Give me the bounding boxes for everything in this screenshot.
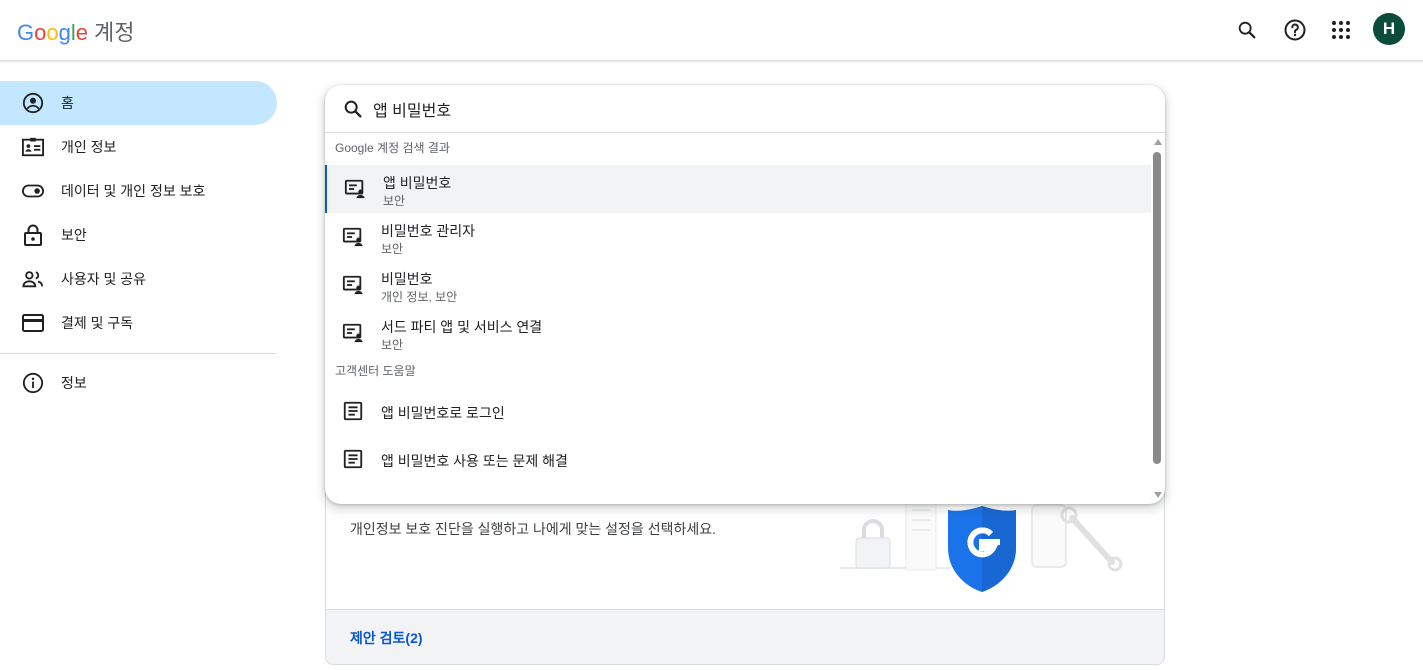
logo-letter-1: G: [17, 20, 35, 45]
sidebar-item-people-sharing[interactable]: 사용자 및 공유: [0, 257, 277, 301]
info-icon: [22, 372, 44, 394]
search-bar: [325, 85, 1165, 133]
card-description: 개인정보 보호 진단을 실행하고 나에게 맞는 설정을 선택하세요.: [350, 521, 716, 537]
logo-letter-3: o: [46, 20, 59, 45]
sidebar-item-personal-info[interactable]: 개인 정보: [0, 125, 277, 169]
product-name: 계정: [94, 20, 135, 45]
help-result-sign-in-app-passwords[interactable]: 앱 비밀번호로 로그인: [325, 387, 1151, 435]
privacy-illustration: [840, 499, 1130, 600]
avatar[interactable]: H: [1373, 13, 1405, 45]
sidebar-item-payments[interactable]: 결제 및 구독: [0, 301, 277, 345]
article-icon: [342, 448, 364, 470]
result-title: 비밀번호 관리자: [381, 223, 476, 239]
search-icon[interactable]: [342, 98, 364, 120]
sidebar-item-label: 정보: [61, 375, 87, 391]
result-title: 앱 비밀번호 사용 또는 문제 해결: [381, 453, 568, 469]
search-input[interactable]: [373, 95, 1073, 123]
search-icon[interactable]: [1231, 14, 1263, 46]
result-category: 개인 정보, 보안: [381, 290, 458, 304]
card-footer: 제안 검토(2): [326, 609, 1164, 664]
scroll-up-arrow[interactable]: [1154, 139, 1162, 145]
sidebar-item-about[interactable]: 정보: [0, 361, 277, 405]
result-title: 앱 비밀번호로 로그인: [381, 405, 505, 421]
scroll-thumb[interactable]: [1153, 152, 1161, 464]
search-result-password-manager[interactable]: 비밀번호 관리자 보안: [325, 213, 1151, 261]
sidebar-item-data-privacy[interactable]: 데이터 및 개인 정보 보호: [0, 169, 277, 213]
sidebar-item-label: 사용자 및 공유: [61, 271, 147, 287]
sidebar-item-label: 홈: [61, 95, 74, 111]
id-card-icon: [22, 136, 44, 158]
scroll-down-arrow[interactable]: [1154, 492, 1162, 498]
lock-icon: [22, 224, 44, 246]
review-suggestions-link[interactable]: 제안 검토(2): [350, 628, 423, 648]
account-setting-icon: [342, 226, 364, 248]
sidebar-item-label: 결제 및 구독: [61, 315, 134, 331]
article-icon: [342, 400, 364, 422]
logo-letter-4: g: [58, 20, 71, 45]
search-result-third-party-apps[interactable]: 서드 파티 앱 및 서비스 연결 보안: [325, 309, 1151, 357]
logo-letter-6: e: [75, 20, 89, 45]
result-title: 비밀번호: [381, 271, 433, 287]
result-category: 보안: [383, 194, 406, 208]
result-title: 서드 파티 앱 및 서비스 연결: [381, 319, 543, 335]
app-header: G o o g l e 계정 H: [0, 0, 1423, 61]
sidebar-item-home[interactable]: 홈: [0, 81, 277, 125]
sidebar-item-security[interactable]: 보안: [0, 213, 277, 257]
google-account-logo[interactable]: G o o g l e 계정: [17, 15, 135, 47]
result-category: 보안: [381, 338, 404, 352]
account-setting-icon: [344, 178, 366, 200]
result-category: 보안: [381, 242, 404, 256]
sidebar-item-label: 데이터 및 개인 정보 보호: [61, 183, 206, 199]
apps-icon[interactable]: [1325, 14, 1357, 46]
account-setting-icon: [342, 322, 364, 344]
account-setting-icon: [342, 274, 364, 296]
toggle-icon: [22, 180, 44, 202]
sidebar-item-label: 보안: [61, 227, 87, 243]
section-title-account: Google 계정 검색 결과: [335, 141, 450, 155]
sidebar-divider: [0, 353, 277, 354]
search-suggestions-panel: Google 계정 검색 결과 앱 비밀번호 보안 비밀번호 관리자 보안 비밀…: [325, 85, 1165, 504]
result-title: 앱 비밀번호: [383, 175, 452, 191]
account-circle-icon: [22, 92, 44, 114]
sidebar-item-label: 개인 정보: [61, 139, 117, 155]
help-icon[interactable]: [1279, 14, 1311, 46]
section-title-help: 고객센터 도움말: [335, 364, 416, 378]
logo-letter-2: o: [34, 20, 47, 45]
search-result-password[interactable]: 비밀번호 개인 정보, 보안: [325, 261, 1151, 309]
people-icon: [22, 268, 44, 290]
help-result-troubleshoot-app-passwords[interactable]: 앱 비밀번호 사용 또는 문제 해결: [325, 435, 1151, 483]
suggestions-scrollbar[interactable]: [1151, 135, 1165, 504]
credit-card-icon: [22, 312, 44, 334]
search-result-app-passwords[interactable]: 앱 비밀번호 보안: [325, 165, 1151, 213]
